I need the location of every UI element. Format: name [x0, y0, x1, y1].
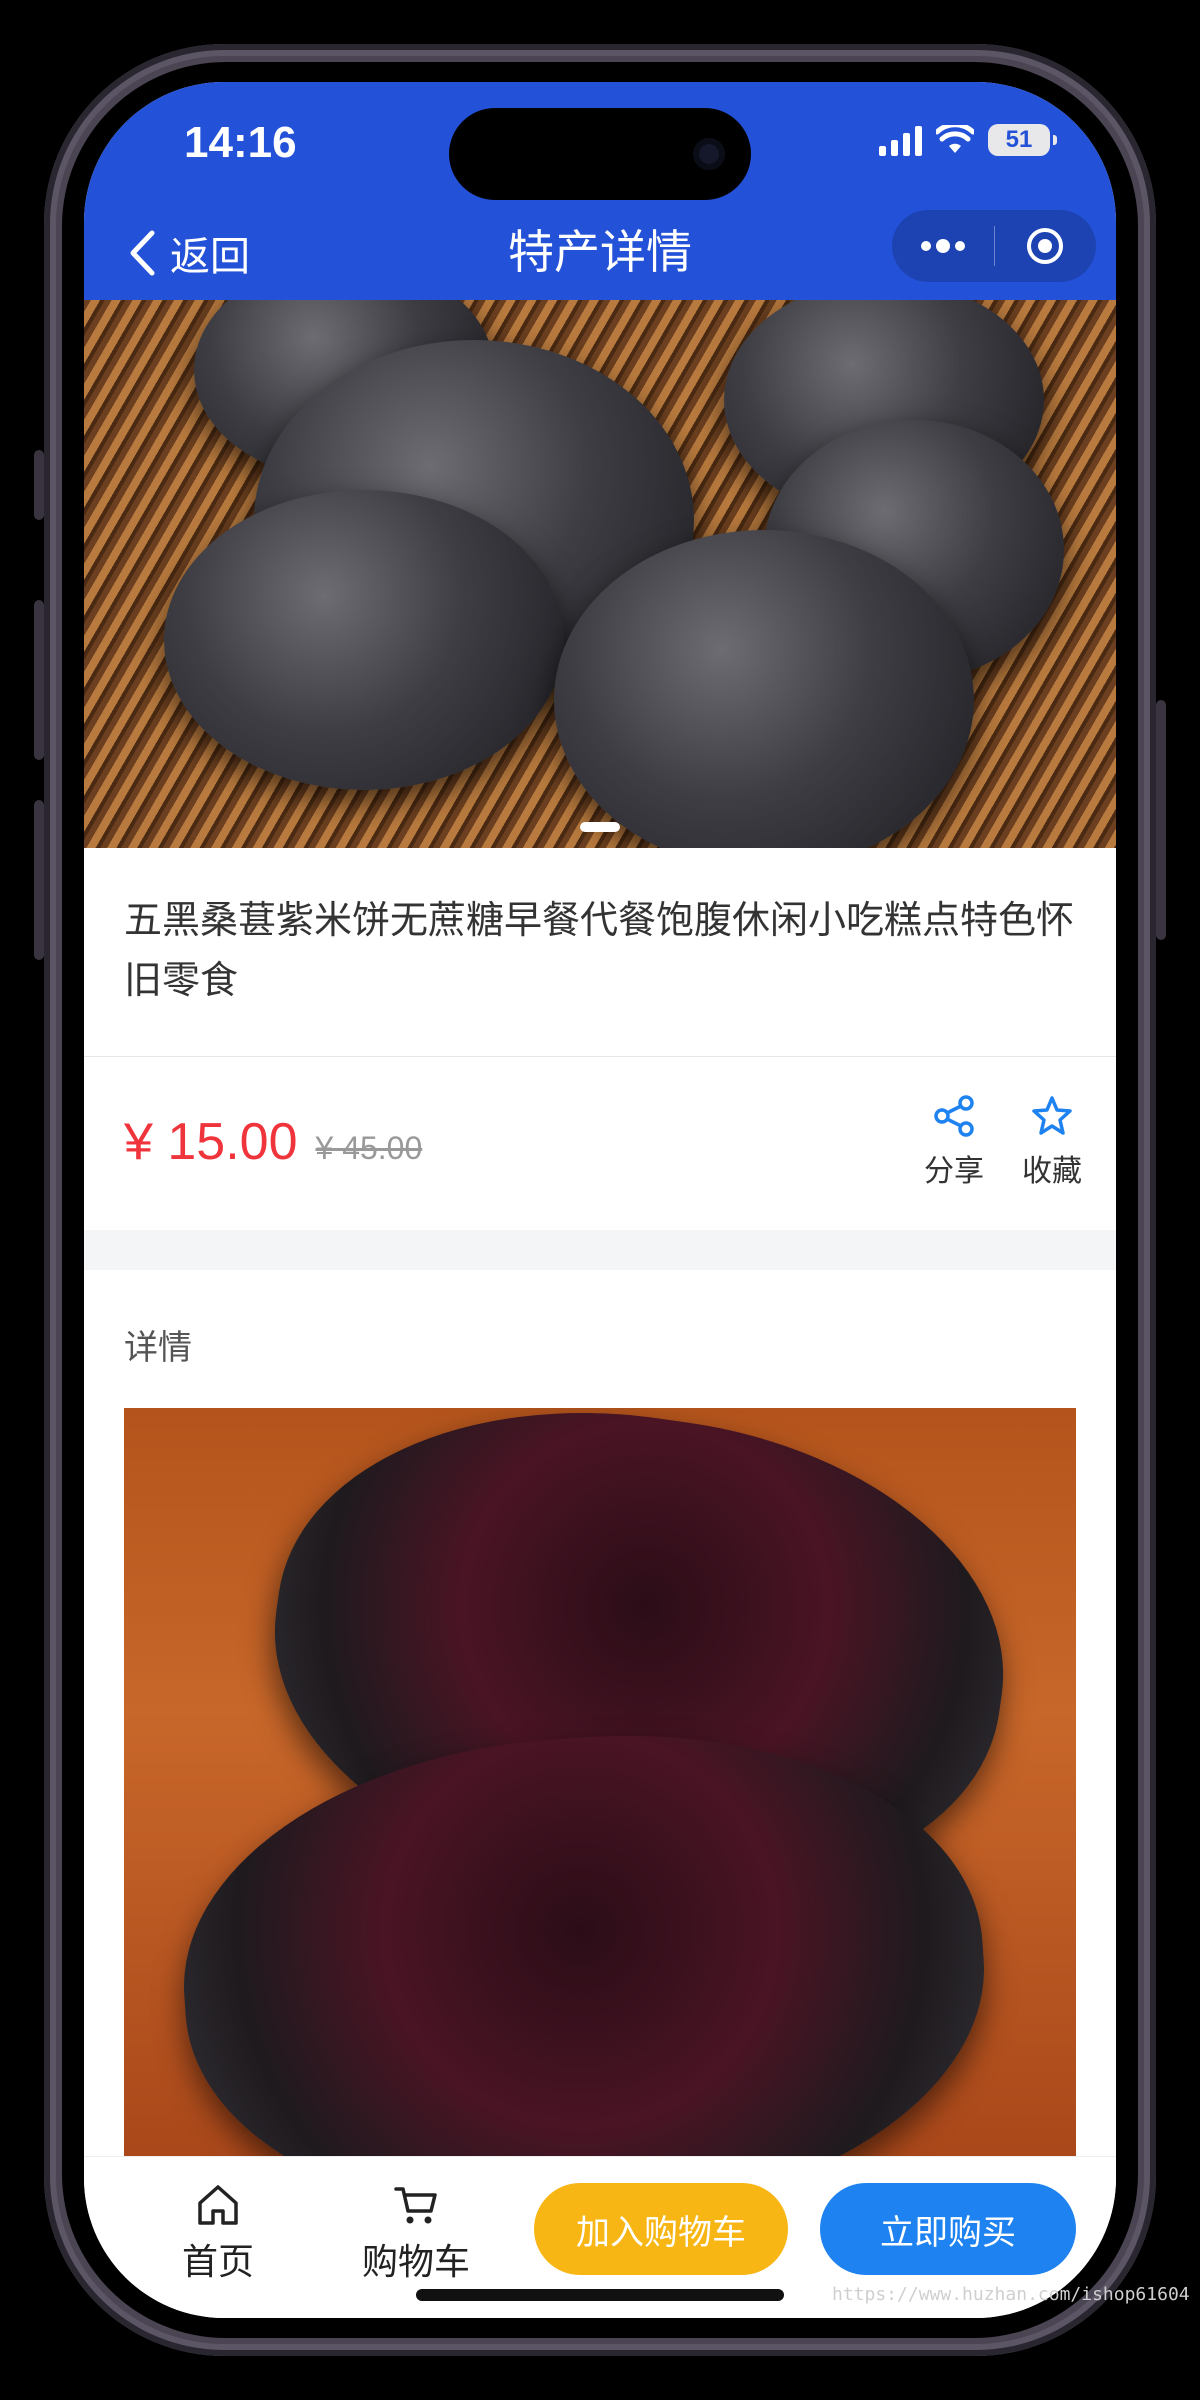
- side-button: [34, 600, 44, 760]
- tab-cart[interactable]: 购物车: [362, 2183, 470, 2285]
- current-price: ¥ 15.00: [124, 1113, 298, 1171]
- product-title: 五黑桑葚紫米饼无蔗糖早餐代餐饱腹休闲小吃糕点特色怀旧零食: [124, 898, 1075, 1002]
- watermark: https://www.huzhan.com/ishop61604: [832, 2284, 1190, 2305]
- side-button: [34, 450, 44, 520]
- add-to-cart-button[interactable]: 加入购物车: [534, 2183, 788, 2275]
- product-image-carousel[interactable]: [84, 300, 1116, 848]
- section-separator: [84, 1230, 1116, 1270]
- carousel-dot: [580, 822, 620, 832]
- more-button[interactable]: [892, 210, 994, 282]
- tab-home[interactable]: 首页: [182, 2183, 254, 2285]
- home-icon: [198, 2185, 238, 2225]
- more-icon: [920, 239, 965, 253]
- detail-heading: 详情: [124, 1328, 192, 1368]
- dynamic-island: [449, 108, 751, 200]
- camera-icon: [693, 138, 725, 170]
- share-button[interactable]: 分享: [924, 1094, 984, 1190]
- mini-program-capsule: [892, 210, 1096, 282]
- star-icon: [1032, 1096, 1072, 1135]
- favorite-label: 收藏: [1022, 1154, 1082, 1189]
- screen: 14:16 51 返回 特产详情 五黑桑葚紫米饼无蔗糖早餐代餐饱腹休闲小吃糕点特…: [84, 82, 1116, 2318]
- battery-icon: 51: [988, 124, 1057, 156]
- carousel-indicator: [84, 822, 1116, 832]
- home-indicator: [416, 2289, 784, 2301]
- status-time: 14:16: [184, 118, 297, 167]
- status-icons: 51: [879, 124, 1057, 156]
- tab-home-label: 首页: [182, 2242, 255, 2283]
- share-label: 分享: [924, 1154, 984, 1189]
- side-button: [34, 800, 44, 960]
- buy-now-button[interactable]: 立即购买: [820, 2183, 1076, 2275]
- share-icon: [934, 1095, 974, 1137]
- tab-cart-label: 购物车: [362, 2242, 471, 2283]
- detail-image: [124, 1408, 1076, 2168]
- cart-icon: [394, 2187, 437, 2224]
- top-bar: 14:16 51 返回 特产详情: [84, 82, 1116, 300]
- signal-icon: [879, 124, 922, 156]
- target-icon: [1027, 228, 1064, 264]
- product-actions: 分享 收藏: [924, 1094, 1082, 1190]
- original-price: ¥ 45.00: [315, 1130, 423, 1166]
- divider: [84, 1056, 1116, 1057]
- product-photo: [554, 530, 974, 848]
- side-button: [1156, 700, 1166, 940]
- product-photo: [164, 490, 564, 790]
- price-row: ¥ 15.00 ¥ 45.00: [124, 1112, 422, 1172]
- wifi-icon: [936, 125, 974, 153]
- favorite-button[interactable]: 收藏: [1022, 1094, 1082, 1190]
- close-mini-program-button[interactable]: [995, 210, 1097, 282]
